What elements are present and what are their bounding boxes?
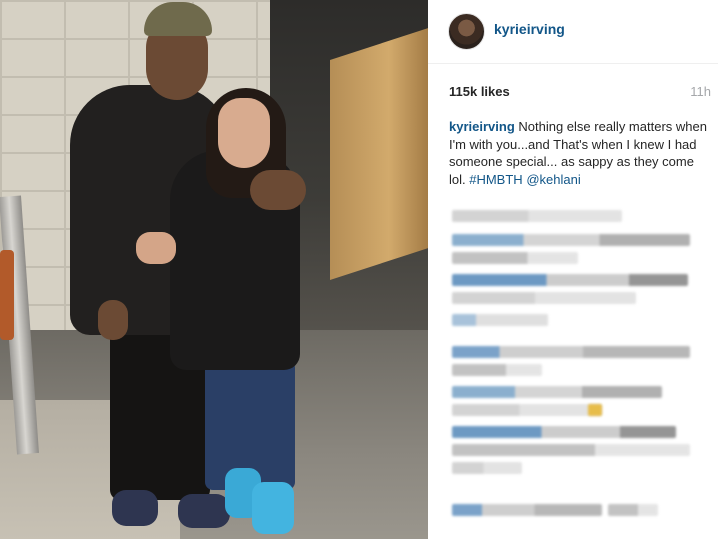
photo-man-shoe bbox=[112, 490, 158, 526]
comment-blurred bbox=[452, 314, 548, 326]
mention-link[interactable]: @kehlani bbox=[526, 172, 580, 187]
post-header: kyrieirving bbox=[428, 0, 718, 64]
comment-blurred bbox=[452, 386, 662, 398]
photo-man-arm bbox=[250, 170, 306, 210]
photo-wood-panel bbox=[330, 28, 428, 281]
comment-blurred bbox=[452, 292, 636, 304]
comment-blurred bbox=[452, 426, 676, 438]
photo-cable bbox=[0, 250, 14, 340]
comment-emoji-blurred bbox=[588, 404, 602, 416]
comment-blurred bbox=[452, 210, 622, 222]
photo-woman-hand bbox=[136, 232, 176, 264]
comment-blurred bbox=[452, 346, 690, 358]
comment-blurred bbox=[452, 462, 522, 474]
comment-blurred bbox=[452, 404, 602, 416]
comment-blurred bbox=[452, 274, 688, 286]
photo-woman-face bbox=[218, 98, 270, 168]
comment-blurred bbox=[452, 504, 602, 516]
comment-blurred bbox=[452, 364, 542, 376]
avatar[interactable] bbox=[448, 13, 485, 50]
post-stats: 115k likes 11h bbox=[449, 84, 711, 102]
hashtag-link[interactable]: #HMBTH bbox=[469, 172, 522, 187]
comment-blurred bbox=[608, 504, 658, 516]
likes-count[interactable]: 115k likes bbox=[449, 84, 510, 99]
photo-woman-shoe bbox=[252, 482, 294, 534]
post-photo[interactable] bbox=[0, 0, 428, 539]
photo-man-hand bbox=[98, 300, 128, 340]
comment-blurred bbox=[452, 234, 690, 246]
photo-man-shoe bbox=[178, 494, 230, 528]
comment-blurred bbox=[452, 252, 578, 264]
username-link[interactable]: kyrieirving bbox=[494, 21, 565, 37]
caption-author-link[interactable]: kyrieirving bbox=[449, 119, 515, 134]
post-sidebar: kyrieirving 115k likes 11h kyrieirving N… bbox=[428, 0, 718, 539]
post-timestamp[interactable]: 11h bbox=[690, 84, 711, 99]
post-caption: kyrieirving Nothing else really matters … bbox=[449, 118, 711, 188]
comment-blurred bbox=[452, 444, 690, 456]
